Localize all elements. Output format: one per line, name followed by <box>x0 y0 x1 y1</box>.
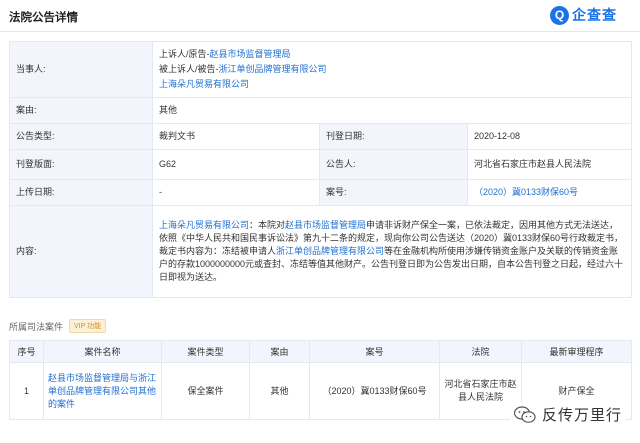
party-line-defendant: 被上诉人/被告-浙江单创品牌管理有限公司 <box>159 62 625 77</box>
row-index: 1 <box>9 362 44 420</box>
plaintiff-role: 上诉人/原告- <box>159 49 210 59</box>
upload-value: - <box>152 179 320 206</box>
related-cases-title: 所属司法案件 VIP 功能 <box>9 319 107 333</box>
col-header-type: 案件类型 <box>161 340 250 363</box>
announcer-label: 公告人: <box>319 149 468 180</box>
plaintiff-link[interactable]: 赵县市场监督管理局 <box>210 49 291 59</box>
logo-mark-icon: Q <box>550 5 569 25</box>
watermark-text: 反传万里行 <box>542 407 623 424</box>
wechat-icon <box>513 405 536 424</box>
page-title: 法院公告详情 <box>9 12 78 24</box>
layout-label: 刊登版面: <box>9 149 153 180</box>
content-label: 内容: <box>9 205 153 298</box>
case-name-link[interactable]: 赵县市场监督管理局与浙江单创品牌管理有限公司其他的案件 <box>43 362 162 420</box>
top-bar: 法院公告详情 Q 企查查 <box>0 0 640 32</box>
defendant-role: 被上诉人/被告- <box>159 64 219 74</box>
content-link-shanghai[interactable]: 上海朵凡贸易有限公司 <box>159 220 249 230</box>
party-list: 上诉人/原告-赵县市场监督管理局 被上诉人/被告-浙江单创品牌管理有限公司 上海… <box>152 41 632 98</box>
caseno-link[interactable]: （2020）冀0133财保60号 <box>467 179 632 206</box>
case-number: （2020）冀0133财保60号 <box>309 362 440 420</box>
defendant-link[interactable]: 浙江单创品牌管理有限公司 <box>219 64 327 74</box>
qichacha-logo[interactable]: Q 企查查 <box>550 4 617 26</box>
col-header-court: 法院 <box>439 340 522 363</box>
announcement-detail-table: 当事人: 上诉人/原告-赵县市场监督管理局 被上诉人/被告-浙江单创品牌管理有限… <box>9 41 632 298</box>
content-text-1: ：本院对 <box>249 220 286 230</box>
vip-badge[interactable]: VIP 功能 <box>69 319 107 333</box>
col-header-index: 序号 <box>9 340 44 363</box>
case-type: 保全案件 <box>161 362 250 420</box>
other-party-link[interactable]: 上海朵凡贸易有限公司 <box>159 79 249 89</box>
pubdate-value: 2020-12-08 <box>467 123 632 150</box>
announcer-value: 河北省石家庄市赵县人民法院 <box>467 149 632 180</box>
col-header-name: 案件名称 <box>43 340 162 363</box>
party-line-other: 上海朵凡贸易有限公司 <box>159 77 625 92</box>
pubdate-label: 刊登日期: <box>319 123 468 150</box>
type-label: 公告类型: <box>9 123 153 150</box>
wechat-watermark: 反传万里行 <box>510 402 627 427</box>
related-cases-label: 所属司法案件 <box>9 321 64 332</box>
layout-value: G62 <box>152 149 320 180</box>
cause-value: 其他 <box>152 97 632 124</box>
case-cause: 其他 <box>249 362 310 420</box>
party-line-plaintiff: 上诉人/原告-赵县市场监督管理局 <box>159 47 625 62</box>
col-header-caseno: 案号 <box>309 340 440 363</box>
content-link-zhejiang[interactable]: 浙江单创品牌管理有限公司 <box>276 246 384 256</box>
logo-text: 企查查 <box>572 7 617 23</box>
type-value: 裁判文书 <box>152 123 320 150</box>
col-header-cause: 案由 <box>249 340 310 363</box>
upload-label: 上传日期: <box>9 179 153 206</box>
content-link-zhaoxian[interactable]: 赵县市场监督管理局 <box>285 220 366 230</box>
content-text: 上海朵凡贸易有限公司：本院对赵县市场监督管理局申请非诉财产保全一案，已依法裁定，… <box>152 205 632 298</box>
col-header-procedure: 最新审理程序 <box>521 340 632 363</box>
caseno-label: 案号: <box>319 179 468 206</box>
cause-label: 案由: <box>9 97 153 124</box>
party-label: 当事人: <box>9 41 153 98</box>
